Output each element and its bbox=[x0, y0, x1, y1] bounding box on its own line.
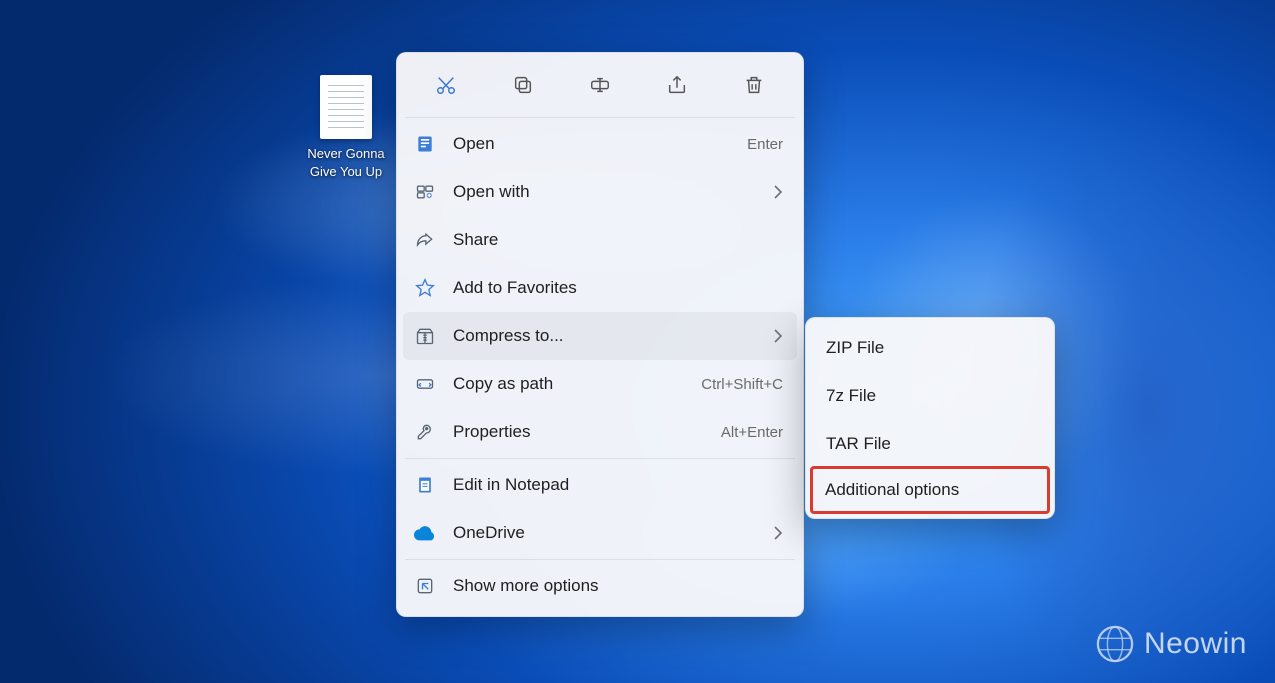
more-options-icon bbox=[413, 574, 437, 598]
compress-submenu: ZIP File 7z File TAR File Additional opt… bbox=[805, 317, 1055, 519]
context-menu-toolbar bbox=[403, 59, 797, 115]
menu-item-shortcut: Alt+Enter bbox=[721, 424, 783, 441]
menu-item-label: Open with bbox=[453, 182, 763, 202]
notepad-icon bbox=[413, 473, 437, 497]
menu-item-onedrive[interactable]: OneDrive bbox=[403, 509, 797, 557]
menu-item-shortcut: Ctrl+Shift+C bbox=[701, 376, 783, 393]
menu-item-open[interactable]: Open Enter bbox=[403, 120, 797, 168]
menu-item-label: Open bbox=[453, 134, 747, 154]
submenu-item-label: TAR File bbox=[826, 434, 891, 454]
open-icon bbox=[413, 132, 437, 156]
share-arrow-icon bbox=[413, 228, 437, 252]
divider bbox=[405, 458, 795, 459]
copy-path-icon bbox=[413, 372, 437, 396]
menu-item-label: Copy as path bbox=[453, 374, 701, 394]
menu-item-favorites[interactable]: Add to Favorites bbox=[403, 264, 797, 312]
menu-item-shortcut: Enter bbox=[747, 136, 783, 153]
rename-icon[interactable] bbox=[579, 65, 621, 105]
menu-item-label: Compress to... bbox=[453, 326, 763, 346]
menu-item-properties[interactable]: Properties Alt+Enter bbox=[403, 408, 797, 456]
submenu-item-zip[interactable]: ZIP File bbox=[812, 324, 1048, 372]
text-file-icon bbox=[320, 75, 372, 139]
menu-item-edit-notepad[interactable]: Edit in Notepad bbox=[403, 461, 797, 509]
submenu-item-label: ZIP File bbox=[826, 338, 884, 358]
cut-icon[interactable] bbox=[425, 65, 467, 105]
chevron-right-icon bbox=[773, 526, 783, 540]
menu-item-label: Add to Favorites bbox=[453, 278, 783, 298]
onedrive-icon bbox=[413, 521, 437, 545]
submenu-item-additional[interactable]: Additional options bbox=[810, 466, 1050, 514]
desktop-file-icon[interactable]: Never Gonna Give You Up bbox=[298, 75, 394, 180]
chevron-right-icon bbox=[773, 329, 783, 343]
menu-item-label: Properties bbox=[453, 422, 721, 442]
menu-item-label: Show more options bbox=[453, 576, 783, 596]
watermark-text: Neowin bbox=[1144, 627, 1247, 661]
submenu-item-tar[interactable]: TAR File bbox=[812, 420, 1048, 468]
menu-item-label: OneDrive bbox=[453, 523, 763, 543]
star-icon bbox=[413, 276, 437, 300]
divider bbox=[405, 117, 795, 118]
menu-item-compress[interactable]: Compress to... bbox=[403, 312, 797, 360]
menu-item-share[interactable]: Share bbox=[403, 216, 797, 264]
neowin-logo-icon bbox=[1096, 625, 1134, 663]
share-icon[interactable] bbox=[656, 65, 698, 105]
file-label: Never Gonna Give You Up bbox=[298, 145, 394, 180]
compress-icon bbox=[413, 324, 437, 348]
open-with-icon bbox=[413, 180, 437, 204]
copy-icon[interactable] bbox=[502, 65, 544, 105]
submenu-item-7z[interactable]: 7z File bbox=[812, 372, 1048, 420]
menu-item-label: Share bbox=[453, 230, 783, 250]
menu-item-more-options[interactable]: Show more options bbox=[403, 562, 797, 610]
submenu-item-label: Additional options bbox=[825, 480, 959, 500]
menu-item-open-with[interactable]: Open with bbox=[403, 168, 797, 216]
menu-item-label: Edit in Notepad bbox=[453, 475, 783, 495]
divider bbox=[405, 559, 795, 560]
properties-icon bbox=[413, 420, 437, 444]
watermark: Neowin bbox=[1096, 625, 1247, 663]
context-menu: Open Enter Open with Share Add to Favori… bbox=[396, 52, 804, 617]
delete-icon[interactable] bbox=[733, 65, 775, 105]
submenu-item-label: 7z File bbox=[826, 386, 876, 406]
menu-item-copy-path[interactable]: Copy as path Ctrl+Shift+C bbox=[403, 360, 797, 408]
chevron-right-icon bbox=[773, 185, 783, 199]
